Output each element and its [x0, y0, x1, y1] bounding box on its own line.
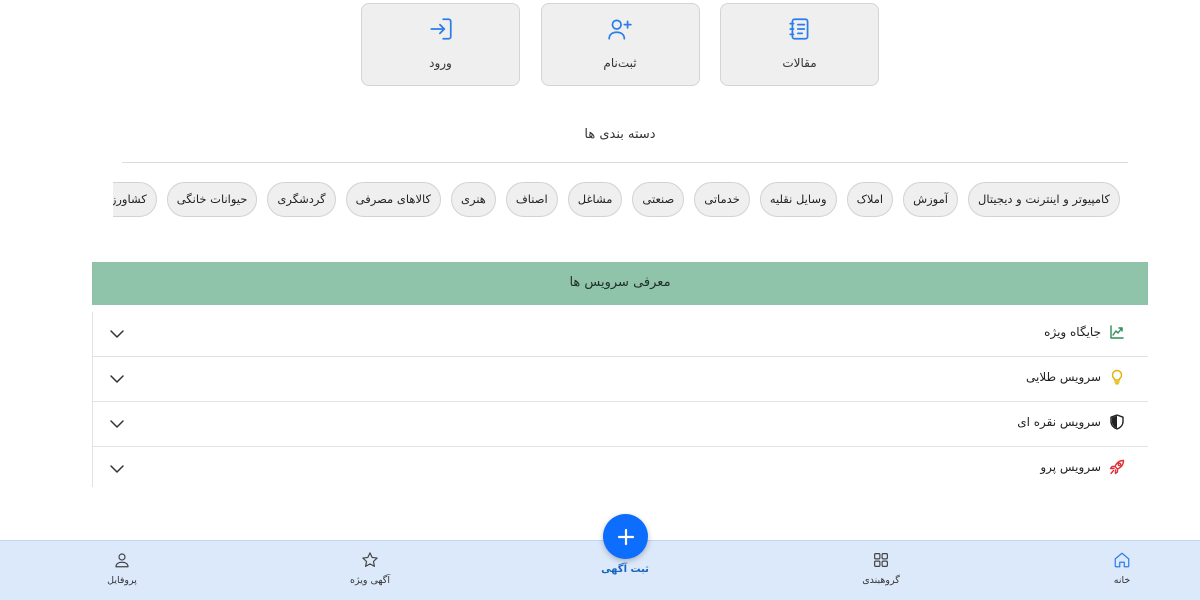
home-icon [1114, 552, 1130, 568]
category-chip[interactable]: هنری [450, 182, 496, 217]
chevron-down-icon[interactable] [109, 326, 125, 342]
category-chip[interactable]: صنعتی [632, 182, 685, 217]
user-plus-icon [608, 19, 632, 40]
category-chip[interactable]: آموزش [903, 182, 958, 217]
category-chip[interactable]: کامپیوتر و اینترنت و دیجیتال [967, 182, 1120, 217]
articles-icon [788, 18, 808, 40]
category-chip[interactable]: مشاغل [567, 182, 623, 217]
service-pro-row[interactable]: سرویس پرو [93, 447, 1148, 487]
service-label: سرویس نقره ای [1017, 415, 1101, 429]
category-chips: کامپیوتر و اینترنت و دیجیتال آموزش املاک… [113, 182, 1120, 218]
category-chip[interactable]: خدماتی [694, 182, 750, 217]
plus-icon [617, 528, 634, 545]
category-chip[interactable]: وسایل نقلیه [759, 182, 837, 217]
star-icon [362, 552, 378, 567]
nav-featured-label: آگهی ویژه [350, 575, 390, 586]
login-icon [429, 18, 452, 40]
grid-icon [874, 553, 888, 567]
category-chip[interactable]: حیوانات خانگی [166, 182, 258, 217]
chevron-down-icon[interactable] [109, 416, 125, 432]
categories-title: دسته بندی ها [584, 127, 656, 142]
nav-featured-ads[interactable]: آگهی ویژه [330, 551, 410, 586]
category-chip[interactable]: اصناف [505, 182, 558, 217]
services-header: معرفی سرویس ها [92, 262, 1148, 305]
category-chip[interactable]: کالاهای مصرفی [345, 182, 441, 217]
register-button[interactable]: ثبت‌نام [540, 3, 700, 86]
articles-label: مقالات [782, 56, 817, 70]
login-label: ورود [429, 56, 452, 70]
chevron-down-icon[interactable] [109, 461, 125, 477]
service-gold-row[interactable]: سرویس طلایی [93, 357, 1148, 402]
nav-profile-label: پروفایل [107, 575, 137, 586]
category-chip[interactable]: املاک [846, 182, 894, 217]
rocket-icon [1109, 459, 1125, 475]
login-button[interactable]: ورود [361, 3, 520, 86]
register-label: ثبت‌نام [603, 56, 637, 70]
service-silver-row[interactable]: سرویس نقره ای [93, 402, 1148, 447]
nav-categories[interactable]: گروهبندی [841, 551, 921, 586]
chart-up-icon [1110, 325, 1124, 339]
articles-button[interactable]: مقالات [720, 3, 879, 86]
chevron-down-icon[interactable] [109, 371, 125, 387]
post-ad-fab[interactable] [603, 514, 648, 559]
service-label: سرویس طلایی [1026, 370, 1101, 384]
nav-post-ad-label[interactable]: ثبت آگهی [585, 564, 665, 575]
nav-home-label: خانه [1113, 575, 1131, 586]
service-label: جایگاه ویژه [1044, 325, 1101, 339]
nav-profile[interactable]: پروفایل [82, 551, 162, 586]
shield-icon [1110, 414, 1124, 430]
app-root: ورود ثبت‌نام مقالات دسته بندی ها کامپیوت… [0, 0, 1200, 600]
categories-divider [122, 162, 1128, 163]
lightbulb-icon [1111, 369, 1123, 385]
quick-actions: ورود ثبت‌نام مقالات [361, 3, 879, 86]
category-chip[interactable]: گردشگری [267, 182, 336, 217]
user-icon [115, 553, 129, 568]
service-label: سرویس پرو [1040, 460, 1101, 474]
nav-home[interactable]: خانه [1082, 551, 1162, 586]
service-featured-row[interactable]: جایگاه ویژه [93, 312, 1148, 357]
category-chip[interactable]: کشاورزی و دامداری [113, 182, 157, 217]
services-accordion: جایگاه ویژه سرویس طلایی سرویس نقره ای سر… [92, 312, 1148, 487]
nav-categories-label: گروهبندی [862, 575, 900, 586]
